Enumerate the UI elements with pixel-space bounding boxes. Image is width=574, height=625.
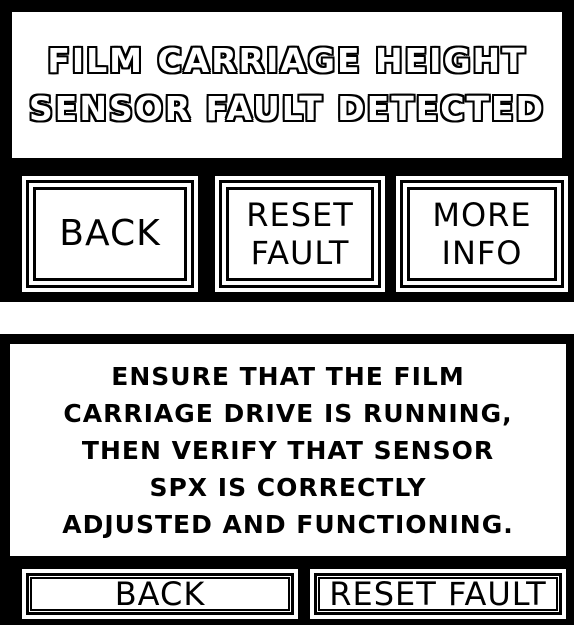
- reset-fault-button-2[interactable]: RESET FAULT: [310, 569, 566, 619]
- fault-message-panel: FILM CARRIAGE HEIGHT SENSOR FAULT DETECT…: [12, 12, 562, 158]
- back-button[interactable]: BACK: [22, 176, 198, 292]
- back-button-2-label: BACK: [114, 575, 206, 613]
- fault-message-line-2: SENSOR FAULT DETECTED: [28, 88, 545, 129]
- info-line-5: ADJUSTED AND FUNCTIONING.: [62, 509, 514, 539]
- more-info-button-frame: MORE INFO: [407, 187, 557, 281]
- more-info-label-line-1: MORE: [432, 196, 532, 234]
- more-info-button[interactable]: MORE INFO: [396, 176, 568, 292]
- more-info-screen: ENSURE THAT THE FILM CARRIAGE DRIVE IS R…: [0, 334, 574, 625]
- reset-fault-button-frame: RESET FAULT: [226, 187, 374, 281]
- reset-fault-label-line-2: FAULT: [250, 234, 350, 272]
- fault-message-line-1: FILM CARRIAGE HEIGHT: [46, 40, 527, 81]
- back-button-frame: BACK: [33, 187, 187, 281]
- more-info-label-line-2: INFO: [441, 234, 523, 272]
- reset-fault-button-2-frame: RESET FAULT: [318, 575, 558, 613]
- back-button-2-frame: BACK: [30, 575, 290, 613]
- reset-fault-button[interactable]: RESET FAULT: [215, 176, 385, 292]
- reset-fault-label-line-1: RESET: [246, 196, 354, 234]
- back-button-label: BACK: [59, 213, 161, 254]
- info-line-3: THEN VERIFY THAT SENSOR: [81, 435, 495, 465]
- info-message-panel: ENSURE THAT THE FILM CARRIAGE DRIVE IS R…: [10, 344, 566, 556]
- reset-fault-button-2-label: RESET FAULT: [329, 575, 547, 613]
- info-line-1: ENSURE THAT THE FILM: [111, 361, 465, 391]
- fault-screen: FILM CARRIAGE HEIGHT SENSOR FAULT DETECT…: [0, 0, 574, 302]
- info-line-2: CARRIAGE DRIVE IS RUNNING,: [63, 398, 513, 428]
- back-button-2[interactable]: BACK: [22, 569, 298, 619]
- info-line-4: SPX IS CORRECTLY: [149, 472, 427, 502]
